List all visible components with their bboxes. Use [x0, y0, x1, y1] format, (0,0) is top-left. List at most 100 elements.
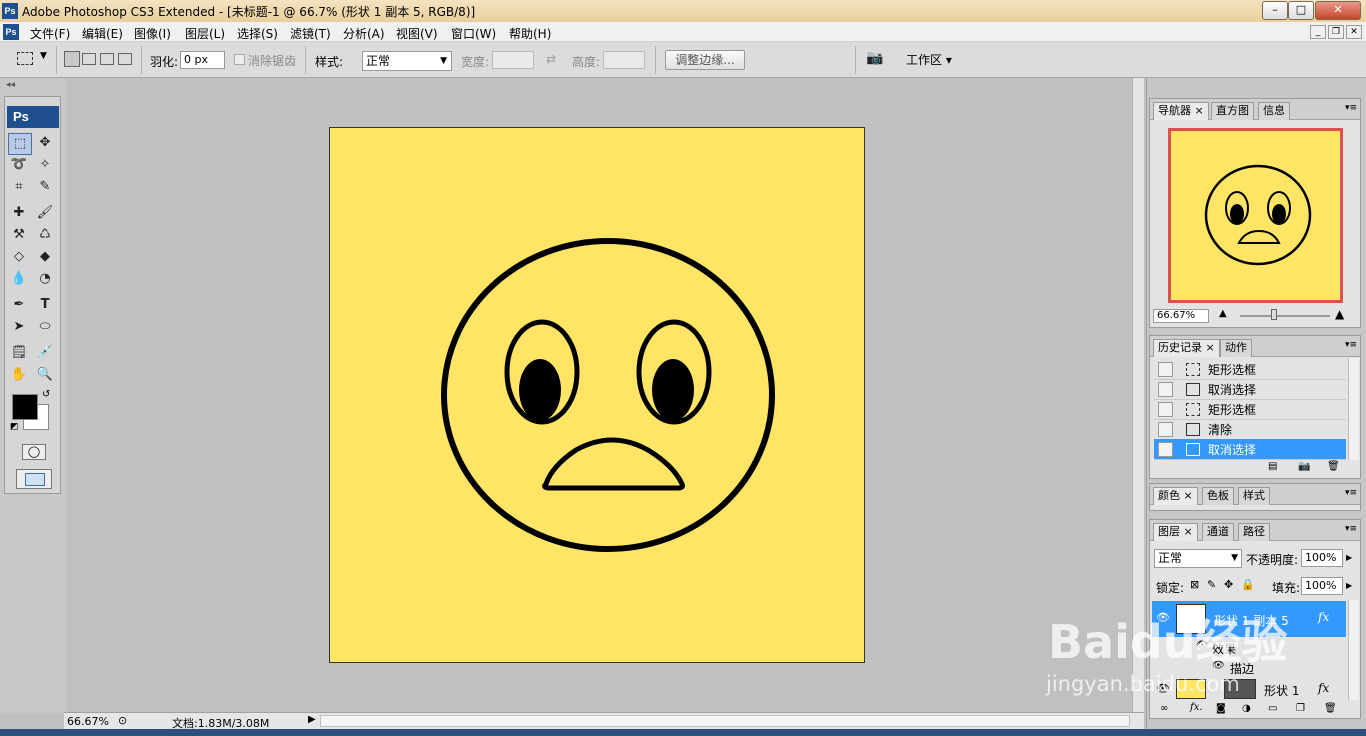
notes-tool-icon[interactable]: 🗒	[8, 343, 30, 363]
path-selection-tool-icon[interactable]: ➤	[8, 317, 30, 337]
magic-wand-tool-icon[interactable]: ✧	[34, 155, 56, 175]
fill-input[interactable]: 100%	[1301, 577, 1343, 595]
tab-channels[interactable]: 通道	[1202, 523, 1234, 541]
lock-image-icon[interactable]: ✎	[1207, 578, 1216, 591]
add-selection-icon[interactable]	[82, 53, 96, 65]
fx-icon[interactable]: fx	[1318, 610, 1329, 624]
panel-menu-icon[interactable]: ▾≡	[1345, 488, 1357, 498]
status-menu-arrow-icon[interactable]: ▶	[308, 714, 316, 725]
zoom-slider-handle[interactable]	[1271, 309, 1277, 320]
blend-mode-select[interactable]: 正常 ▼	[1154, 549, 1242, 568]
tab-color[interactable]: 颜色 ×	[1153, 487, 1198, 505]
zoom-out-icon[interactable]: ▲	[1219, 308, 1227, 319]
crop-tool-icon[interactable]: ⌗	[8, 177, 30, 197]
brush-tool-icon[interactable]: 🖌	[34, 203, 56, 223]
opacity-input[interactable]: 100%	[1301, 549, 1343, 567]
dodge-tool-icon[interactable]: ◔	[34, 269, 56, 289]
trash-icon[interactable]: 🗑	[1324, 703, 1337, 714]
doc-restore-button[interactable]: ❐	[1328, 25, 1344, 39]
lock-position-icon[interactable]: ✥	[1224, 578, 1233, 591]
panel-menu-icon[interactable]: ▾≡	[1345, 103, 1357, 113]
horizontal-scrollbar[interactable]	[320, 715, 1130, 727]
tab-info[interactable]: 信息	[1258, 102, 1290, 120]
slice-tool-icon[interactable]: ✎	[34, 177, 56, 197]
zoom-tool-icon[interactable]: 🔍	[34, 365, 56, 385]
lock-transparent-icon[interactable]: ⊠	[1190, 578, 1199, 591]
minimize-button[interactable]: –	[1262, 1, 1288, 20]
refine-edge-button[interactable]: 调整边缘...	[665, 50, 745, 70]
tab-actions[interactable]: 动作	[1220, 339, 1252, 357]
workspace-button[interactable]: 工作区 ▾	[906, 51, 952, 68]
rect-marquee-preset-icon[interactable]	[17, 52, 33, 65]
layer-name[interactable]: 形状 1	[1264, 682, 1299, 699]
move-tool-icon[interactable]: ✥	[34, 133, 56, 153]
opacity-arrow-icon[interactable]: ▶	[1346, 553, 1352, 562]
ps-menu-icon[interactable]: Ps	[3, 24, 19, 40]
panel-menu-icon[interactable]: ▾≡	[1345, 524, 1357, 534]
trash-icon[interactable]: 🗑	[1327, 461, 1340, 472]
fx-icon[interactable]: fx	[1318, 681, 1329, 695]
add-style-icon[interactable]: fx.	[1190, 702, 1203, 713]
rect-marquee-tool-icon[interactable]: ⬚	[8, 133, 32, 155]
new-selection-icon[interactable]	[64, 51, 80, 67]
collapse-toolbox-icon[interactable]: ◂◂	[6, 80, 15, 90]
fill-arrow-icon[interactable]: ▶	[1346, 581, 1352, 590]
new-layer-icon[interactable]: ❐	[1296, 703, 1305, 714]
menu-view[interactable]: 视图(V)	[396, 25, 438, 42]
document-canvas[interactable]	[329, 127, 865, 663]
menu-analysis[interactable]: 分析(A)	[343, 25, 385, 42]
width-input[interactable]	[492, 51, 534, 69]
add-mask-icon[interactable]: ◙	[1216, 703, 1226, 714]
history-item[interactable]: 矩形选框	[1154, 359, 1346, 380]
menu-file[interactable]: 文件(F)	[30, 25, 70, 42]
height-input[interactable]	[603, 51, 645, 69]
style-select[interactable]: 正常 ▼	[362, 51, 452, 71]
menu-edit[interactable]: 编辑(E)	[82, 25, 123, 42]
panel-menu-icon[interactable]: ▾≡	[1345, 340, 1357, 350]
history-item[interactable]: 取消选择	[1154, 379, 1346, 400]
history-brush-tool-icon[interactable]: ♺	[34, 225, 56, 245]
history-scrollbar[interactable]	[1348, 358, 1359, 460]
new-snapshot-icon[interactable]: 📷	[1298, 461, 1310, 472]
subtract-selection-icon[interactable]	[100, 53, 114, 65]
intersect-selection-icon[interactable]	[118, 53, 132, 65]
antialias-checkbox[interactable]	[234, 54, 245, 65]
healing-brush-tool-icon[interactable]: ✚	[8, 203, 30, 223]
lasso-tool-icon[interactable]: ➰	[8, 155, 30, 175]
menu-help[interactable]: 帮助(H)	[509, 25, 551, 42]
link-layers-icon[interactable]: ∞	[1160, 703, 1168, 714]
tab-navigator[interactable]: 导航器 ×	[1153, 102, 1209, 120]
eraser-tool-icon[interactable]: ◇	[8, 247, 30, 267]
maximize-button[interactable]: □	[1288, 1, 1314, 20]
new-document-from-state-icon[interactable]: ▤	[1268, 461, 1277, 472]
tab-histogram[interactable]: 直方图	[1211, 102, 1254, 120]
menu-select[interactable]: 选择(S)	[237, 25, 278, 42]
ellipse-tool-icon[interactable]: ⬭	[34, 317, 56, 337]
adjustment-layer-icon[interactable]: ◑	[1242, 703, 1251, 714]
tab-history[interactable]: 历史记录 ×	[1153, 339, 1220, 357]
doc-minimize-button[interactable]: _	[1310, 25, 1326, 39]
tab-paths[interactable]: 路径	[1238, 523, 1270, 541]
zoom-slider[interactable]	[1240, 315, 1330, 317]
history-item[interactable]: 清除	[1154, 419, 1346, 440]
paint-bucket-tool-icon[interactable]: ◆	[34, 247, 56, 267]
swap-colors-icon[interactable]: ↺	[42, 389, 50, 400]
history-item-selected[interactable]: 取消选择	[1154, 439, 1346, 460]
menu-image[interactable]: 图像(I)	[134, 25, 171, 42]
default-colors-icon[interactable]: ◩	[10, 422, 19, 432]
new-group-icon[interactable]: ▭	[1268, 703, 1277, 714]
feather-input[interactable]: 0 px	[180, 51, 225, 69]
history-item[interactable]: 矩形选框	[1154, 399, 1346, 420]
menu-window[interactable]: 窗口(W)	[451, 25, 496, 42]
swap-dimensions-icon[interactable]: ⇄	[546, 52, 556, 66]
foreground-color-swatch[interactable]	[12, 394, 38, 420]
zoom-in-icon[interactable]: ▲	[1335, 307, 1344, 321]
doc-close-button[interactable]: ✕	[1346, 25, 1362, 39]
tab-layers[interactable]: 图层 ×	[1153, 523, 1198, 541]
eyedropper-tool-icon[interactable]: 💉	[34, 343, 56, 363]
layers-scrollbar[interactable]	[1348, 600, 1359, 700]
menu-layer[interactable]: 图层(L)	[185, 25, 225, 42]
hand-tool-icon[interactable]: ✋	[8, 365, 30, 385]
preset-dropdown-arrow-icon[interactable]: ▼	[40, 51, 47, 61]
blur-tool-icon[interactable]: 💧	[8, 269, 30, 289]
